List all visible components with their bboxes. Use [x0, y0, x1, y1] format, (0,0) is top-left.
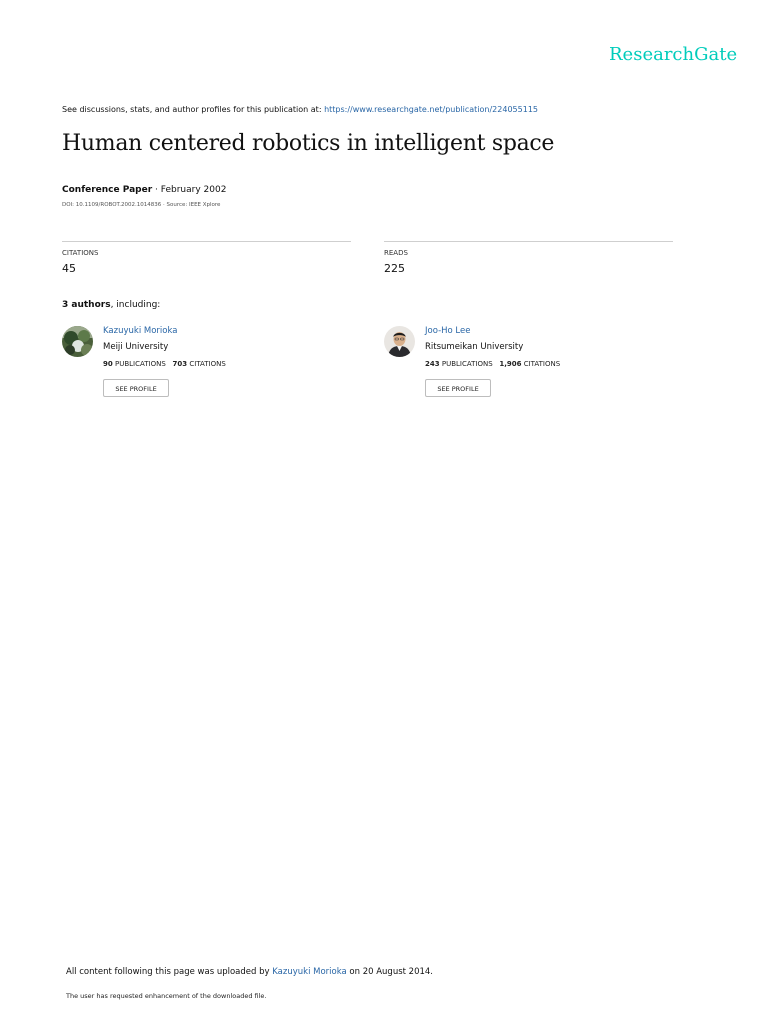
author-citations-count: 703	[172, 360, 188, 368]
publication-type: Conference Paper	[62, 185, 153, 195]
upload-prefix: All content following this page was uplo…	[66, 967, 270, 977]
avatar-person-icon	[384, 326, 415, 357]
enhancement-note: The user has requested enhancement of th…	[66, 992, 267, 1000]
reads-label: READS	[384, 249, 408, 257]
reads-count: 225	[384, 262, 405, 275]
authors-suffix: , including:	[110, 300, 161, 310]
citations-divider	[62, 241, 351, 242]
meta-separator: ·	[155, 185, 158, 195]
authors-summary: 3 authors, including:	[62, 300, 160, 310]
discussion-prefix: See discussions, stats, and author profi…	[62, 105, 322, 114]
author-stats: 243 PUBLICATIONS 1,906 CITATIONS	[425, 360, 560, 368]
authors-count: 3 authors	[62, 300, 111, 310]
see-profile-button[interactable]: SEE PROFILE	[103, 379, 169, 397]
author-institution: Meiji University	[103, 342, 169, 352]
uploader-link[interactable]: Kazuyuki Morioka	[272, 967, 346, 977]
author-publications-count: 243	[425, 360, 440, 368]
citations-count: 45	[62, 262, 76, 275]
author-avatar[interactable]	[62, 326, 93, 357]
publication-date: February 2002	[160, 185, 227, 195]
author-publications-count: 90	[103, 360, 113, 368]
publication-url-link[interactable]: https://www.researchgate.net/publication…	[324, 105, 538, 114]
publication-meta: Conference Paper · February 2002	[62, 185, 226, 195]
see-profile-button[interactable]: SEE PROFILE	[425, 379, 491, 397]
researchgate-logo[interactable]: ResearchGate	[609, 44, 737, 65]
avatar-photo-landscape-icon	[62, 326, 93, 357]
upload-suffix: on 20 August 2014.	[349, 967, 434, 977]
publication-title: Human centered robotics in intelligent s…	[62, 131, 555, 156]
author-citations-count: 1,906	[499, 360, 522, 368]
author-avatar[interactable]	[384, 326, 415, 357]
reads-divider	[384, 241, 673, 242]
author-name-link[interactable]: Kazuyuki Morioka	[103, 326, 177, 336]
author-publications-label: PUBLICATIONS	[114, 360, 166, 368]
author-name-link[interactable]: Joo-Ho Lee	[425, 326, 470, 336]
upload-note: All content following this page was uplo…	[66, 967, 433, 977]
author-institution: Ritsumeikan University	[425, 342, 524, 352]
doi-source-line: DOI: 10.1109/ROBOT.2002.1014836 · Source…	[62, 202, 221, 208]
author-citations-label: CITATIONS	[523, 360, 561, 368]
citations-label: CITATIONS	[62, 249, 99, 257]
discussion-line: See discussions, stats, and author profi…	[62, 105, 538, 114]
author-stats: 90 PUBLICATIONS 703 CITATIONS	[103, 360, 226, 368]
author-publications-label: PUBLICATIONS	[441, 360, 493, 368]
author-citations-label: CITATIONS	[189, 360, 226, 368]
